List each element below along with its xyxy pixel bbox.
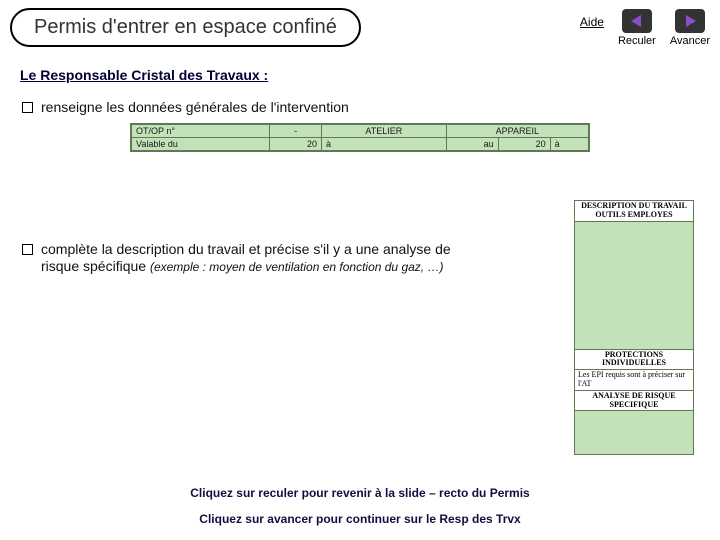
cell-valable: Valable du xyxy=(132,137,270,150)
side-form-panel: DESCRIPTION DU TRAVAIL OUTILS EMPLOYES P… xyxy=(574,200,694,455)
cell-a2: à xyxy=(550,137,588,150)
back-button[interactable]: Reculer xyxy=(618,9,656,47)
cell-otop: OT/OP n° xyxy=(132,124,270,137)
bullet-2-example: (exemple : moyen de ventilation en fonct… xyxy=(150,260,444,274)
page-title: Permis d'entrer en espace confiné xyxy=(10,8,361,47)
form-header-strip: OT/OP n° - ATELIER APPAREIL Valable du 2… xyxy=(130,123,590,152)
table-row: Valable du 20 à au 20 à xyxy=(132,137,589,150)
table-row: OT/OP n° - ATELIER APPAREIL xyxy=(132,124,589,137)
checkbox-icon xyxy=(22,244,33,255)
back-label: Reculer xyxy=(618,35,656,47)
cell-a1: à xyxy=(322,137,447,150)
cell-20a: 20 xyxy=(270,137,322,150)
forward-button[interactable]: Avancer xyxy=(670,9,710,47)
triangle-right-icon xyxy=(675,9,705,33)
checkbox-icon xyxy=(22,102,33,113)
bullet-1-text: renseigne les données générales de l'int… xyxy=(41,99,349,117)
section-heading: Le Responsable Cristal des Travaux : xyxy=(20,67,700,83)
help-link[interactable]: Aide xyxy=(580,9,604,29)
cell-dash: - xyxy=(270,124,322,137)
cell-20b: 20 xyxy=(498,137,550,150)
header-controls: Aide Reculer Avancer xyxy=(580,9,710,47)
header-bar: Permis d'entrer en espace confiné Aide R… xyxy=(0,0,720,51)
footer-line-2: Cliquez sur avancer pour continuer sur l… xyxy=(0,512,720,526)
footer-line-1: Cliquez sur reculer pour revenir à la sl… xyxy=(0,486,720,500)
bullet-1: renseigne les données générales de l'int… xyxy=(22,99,452,117)
panel-description-body xyxy=(574,222,694,350)
panel-protections-header: PROTECTIONS INDIVIDUELLES xyxy=(574,350,694,371)
bullet-2-text: complète la description du travail et pr… xyxy=(41,241,452,276)
forward-label: Avancer xyxy=(670,35,710,47)
footer-hints: Cliquez sur reculer pour revenir à la sl… xyxy=(0,486,720,526)
panel-analysis-header: ANALYSE DE RISQUE SPECIFIQUE xyxy=(574,391,694,412)
triangle-left-icon xyxy=(622,9,652,33)
panel-head-line2: OUTILS EMPLOYES xyxy=(577,211,691,220)
panel-analysis-body xyxy=(574,411,694,455)
cell-atelier: ATELIER xyxy=(322,124,447,137)
cell-au: au xyxy=(446,137,498,150)
panel-protections-text: Les EPI requis sont à préciser sur l'AT xyxy=(574,370,694,391)
bullet-2: complète la description du travail et pr… xyxy=(22,241,452,276)
panel-description-header: DESCRIPTION DU TRAVAIL OUTILS EMPLOYES xyxy=(574,200,694,222)
cell-appareil: APPAREIL xyxy=(446,124,588,137)
